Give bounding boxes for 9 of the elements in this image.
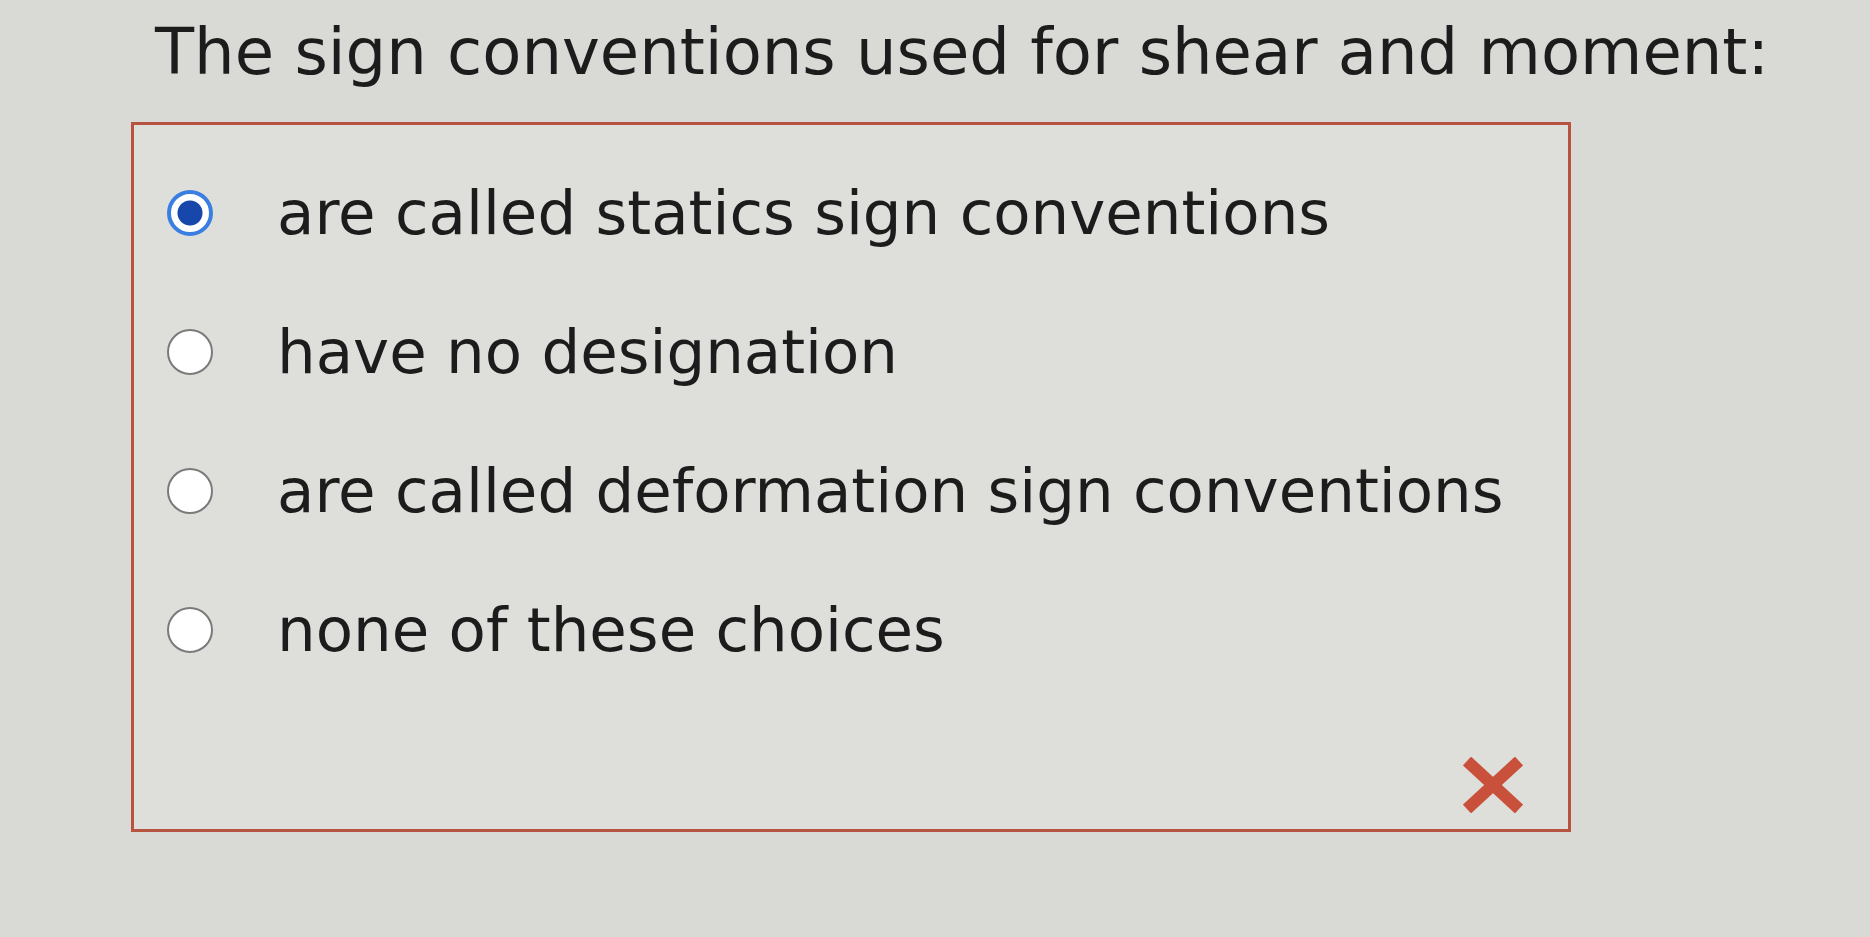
option-label: are called statics sign conventions — [277, 175, 1331, 250]
option-label: none of these choices — [277, 592, 945, 667]
radio-button[interactable] — [167, 189, 213, 236]
question-text: The sign conventions used for shear and moment: — [155, 14, 1769, 91]
option-label: have no designation — [277, 314, 899, 389]
option-label: are called deformation sign conventions — [277, 453, 1504, 528]
radio-button[interactable] — [167, 467, 213, 514]
radio-button[interactable] — [167, 606, 213, 653]
radio-button[interactable] — [167, 328, 213, 375]
